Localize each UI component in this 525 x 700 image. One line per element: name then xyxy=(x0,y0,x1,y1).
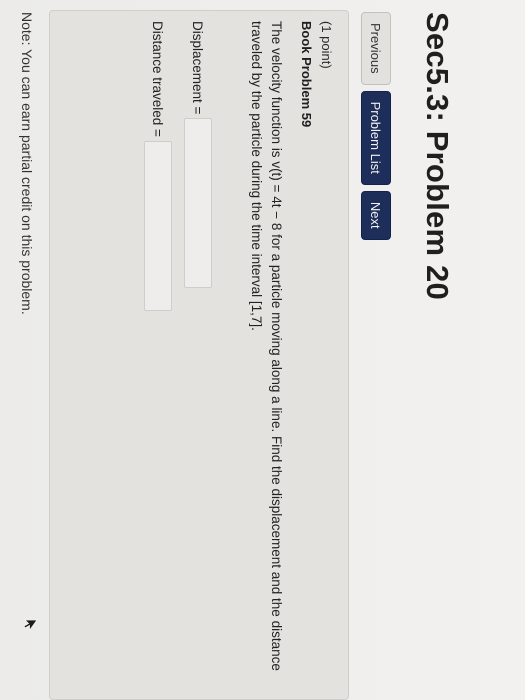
mouse-pointer-icon xyxy=(23,619,38,632)
displacement-label: Displacement = xyxy=(190,21,206,115)
distance-input[interactable] xyxy=(144,140,172,311)
book-problem-label: Book Problem 59 xyxy=(299,21,314,128)
page-title: Sec5.3: Problem 20 xyxy=(420,12,455,300)
previous-button[interactable]: Previous xyxy=(361,12,391,85)
displacement-row: Displacement = xyxy=(184,21,212,289)
partial-credit-note: Note: You can earn partial credit on thi… xyxy=(19,12,35,315)
problem-statement: The velocity function is v(t) = 4t − 8 f… xyxy=(249,21,284,671)
problem-nav: Previous Problem List Next xyxy=(361,12,391,240)
problem-points: (1 point) xyxy=(319,21,334,69)
next-button[interactable]: Next xyxy=(361,190,391,240)
distance-row: Distance traveled = xyxy=(144,21,172,311)
displacement-input[interactable] xyxy=(184,118,212,289)
screen: Sec5.3: Problem 20 Previous Problem List… xyxy=(0,0,525,700)
problem-panel: (1 point) Book Problem 59 The velocity f… xyxy=(49,10,349,700)
problem-list-button[interactable]: Problem List xyxy=(361,90,391,185)
distance-label: Distance traveled = xyxy=(150,21,166,137)
